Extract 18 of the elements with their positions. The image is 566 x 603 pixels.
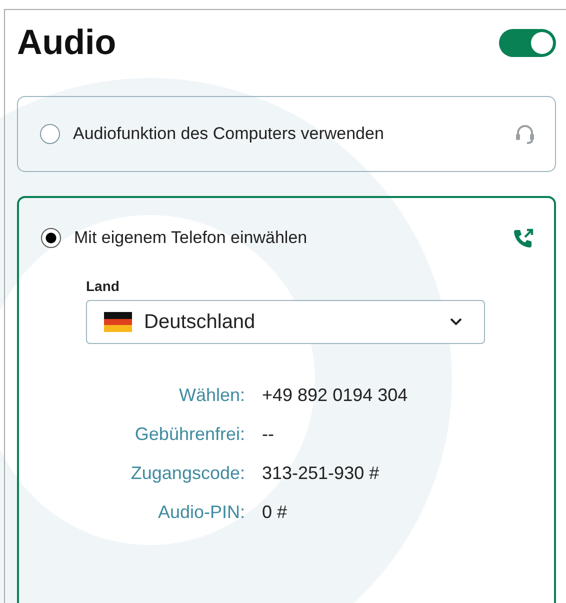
- option-label[interactable]: Audiofunktion des Computers verwenden: [73, 124, 515, 144]
- phone-icon: [512, 228, 534, 250]
- detail-value: --: [262, 423, 275, 446]
- headset-icon: [515, 123, 535, 145]
- chevron-down-icon: [450, 318, 462, 326]
- detail-value: 313-251-930 #: [262, 462, 380, 485]
- country-dropdown[interactable]: Deutschland: [86, 300, 485, 344]
- panel-title: Audio: [17, 23, 116, 63]
- detail-label: Audio-PIN:: [156, 501, 245, 524]
- detail-label: Zugangscode:: [130, 462, 245, 485]
- detail-label: Gebührenfrei:: [134, 423, 245, 446]
- detail-label: Wählen:: [178, 384, 245, 407]
- toggle-switch[interactable]: [499, 29, 556, 57]
- detail-value: +49 892 0194 304: [262, 384, 409, 407]
- option-label[interactable]: Mit eigenem Telefon einwählen: [74, 228, 512, 248]
- field-label: Land: [86, 278, 120, 294]
- detail-value: 0 #: [262, 501, 288, 524]
- flag-icon: [104, 312, 132, 332]
